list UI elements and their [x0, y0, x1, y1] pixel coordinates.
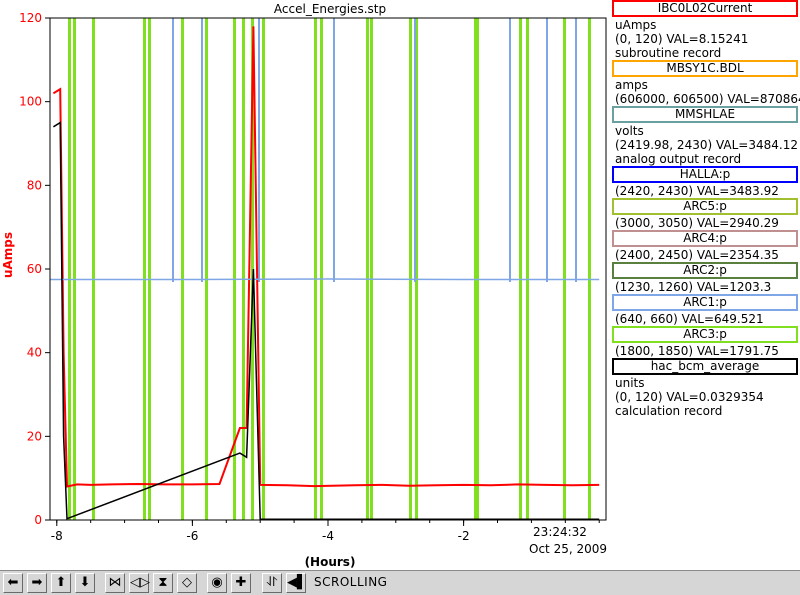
autoscale-icon[interactable]: ◉ — [207, 573, 227, 593]
status-label: SCROLLING — [314, 575, 388, 589]
arc3-spike — [526, 18, 529, 520]
arc3-spike — [519, 18, 522, 520]
plot-frame — [49, 17, 607, 521]
legend-entry-label[interactable]: MMSHLAE — [612, 106, 798, 123]
y-tick-label: 80 — [27, 178, 42, 192]
arc3-spike — [73, 18, 76, 520]
legend-entry-info: volts — [615, 124, 644, 138]
arc3-spike — [181, 18, 184, 520]
legend-entry-info: (0, 120) VAL=0.0329354 — [615, 390, 764, 404]
y-tick-label: 40 — [27, 346, 42, 360]
toolbar: SCROLLING ⬅ ➡ ⬆ ⬇ ⋈ ◁▷ ⧗ ◇ ◉ ✚ ⥯ ◀▌ — [0, 570, 800, 595]
legend-entry-info: (640, 660) VAL=649.521 — [615, 312, 764, 326]
series-line-2 — [53, 121, 600, 520]
legend-entry-label[interactable]: ARC2:p — [612, 262, 798, 279]
x-tick-label: -2 — [458, 529, 470, 543]
arrow-up-icon[interactable]: ⬆ — [51, 573, 71, 593]
series-lines — [50, 26, 600, 520]
arc1-spike — [333, 18, 335, 282]
arc3-spike — [370, 18, 373, 520]
arc1-spike — [172, 18, 174, 282]
scroll-mode-icon[interactable]: ⥯ — [262, 573, 282, 593]
arc3-spike — [205, 18, 208, 520]
legend-entry-info: (3000, 3050) VAL=2940.29 — [615, 216, 779, 230]
legend-entry-label[interactable]: HALLA:p — [612, 166, 798, 183]
zoom-out-vertical-icon[interactable]: ◇ — [177, 573, 197, 593]
x-tick-label: -8 — [51, 529, 63, 543]
arc1-spike — [509, 18, 511, 282]
series-line-0 — [52, 26, 600, 488]
arc3-spike — [366, 18, 369, 520]
legend-entry-info: (0, 120) VAL=8.15241 — [615, 32, 749, 46]
y-tick-label: 100 — [19, 95, 42, 109]
legend-entry-info: analog output record — [615, 152, 742, 166]
y-tick-label: 20 — [27, 429, 42, 443]
arrow-down-icon[interactable]: ⬇ — [75, 573, 95, 593]
legend-entry-info: units — [615, 376, 645, 390]
arc3-spike — [314, 18, 317, 520]
channel-spikes — [68, 18, 591, 520]
arc3-spike — [242, 18, 245, 520]
arc3-spike — [320, 18, 323, 520]
legend-entry-label[interactable]: MBSY1C.BDL — [612, 60, 798, 77]
legend-entry-label[interactable]: hac_bcm_average — [612, 358, 798, 375]
legend-entry-info: (606000, 606500) VAL=870864 — [615, 92, 800, 106]
y-tick-label: 60 — [27, 262, 42, 276]
time-label: 23:24:32 — [533, 525, 587, 539]
legend-panel: IBC0L02Current uAmps (0, 120) VAL=8.15241 s… — [610, 0, 800, 570]
arc1-spike — [201, 18, 203, 282]
legend-entry-info: (2420, 2430) VAL=3483.92 — [615, 184, 779, 198]
arc3-spike — [262, 18, 265, 520]
arc3-spike — [143, 18, 146, 520]
arrow-right-icon[interactable]: ➡ — [27, 573, 47, 593]
chart-title: Accel_Energies.stp — [274, 2, 386, 16]
arc3-spike — [409, 18, 412, 520]
arc3-spike — [563, 18, 566, 520]
legend-entry-info: uAmps — [615, 18, 657, 32]
arrow-left-icon[interactable]: ⬅ — [3, 573, 23, 593]
x-axis-label: (Hours) — [305, 555, 356, 569]
strip-chart[interactable]: Accel_Energies.stp uAmps 0 20 40 60 80 100 120… — [0, 0, 610, 570]
zoom-in-horizontal-icon[interactable]: ⋈ — [105, 573, 125, 593]
legend-entry-label[interactable]: ARC3:p — [612, 326, 798, 343]
arc3-spike — [588, 18, 591, 520]
legend-entry-label[interactable]: IBC0L02Current — [612, 0, 798, 17]
zoom-in-vertical-icon[interactable]: ⧗ — [153, 573, 173, 593]
arc3-spike — [92, 18, 95, 520]
legend-entry-info: (2419.98, 2430) VAL=3484.12 — [615, 138, 798, 152]
arc3-spike — [68, 18, 71, 520]
arc1-spike — [414, 18, 416, 282]
arc1-spike — [546, 18, 548, 282]
legend-entry-label[interactable]: ARC5:p — [612, 198, 798, 215]
arc1-spike — [258, 18, 260, 282]
date-label: Oct 25, 2009 — [529, 542, 607, 556]
add-icon[interactable]: ✚ — [231, 573, 251, 593]
arc1-spike — [575, 18, 577, 282]
arc3-spike — [148, 18, 151, 520]
legend-entry-info: amps — [615, 78, 648, 92]
y-tick-label: 0 — [34, 513, 42, 527]
x-tick-label: -6 — [186, 529, 198, 543]
x-tick-label: -4 — [322, 529, 334, 543]
legend-entry-label[interactable]: ARC4:p — [612, 230, 798, 247]
series-line-1 — [50, 278, 600, 281]
x-axis: -8 -6 -4 -2 — [51, 520, 600, 543]
legend-entry-info: calculation record — [615, 404, 723, 418]
y-tick-label: 120 — [19, 11, 42, 25]
legend-entry-info: (2400, 2450) VAL=2354.35 — [615, 248, 779, 262]
arc3-spike — [476, 18, 479, 520]
pause-icon[interactable]: ◀▌ — [286, 573, 307, 593]
y-axis-label: uAmps — [1, 232, 15, 278]
zoom-out-horizontal-icon[interactable]: ◁▷ — [129, 573, 150, 593]
legend-entry-info: (1230, 1260) VAL=1203.3 — [615, 280, 772, 294]
legend-entry-info: (1800, 1850) VAL=1791.75 — [615, 344, 779, 358]
legend-entry-label[interactable]: ARC1:p — [612, 294, 798, 311]
legend-entry-info: subroutine record — [615, 46, 722, 60]
y-axis: 0 20 40 60 80 100 120 — [19, 11, 50, 527]
